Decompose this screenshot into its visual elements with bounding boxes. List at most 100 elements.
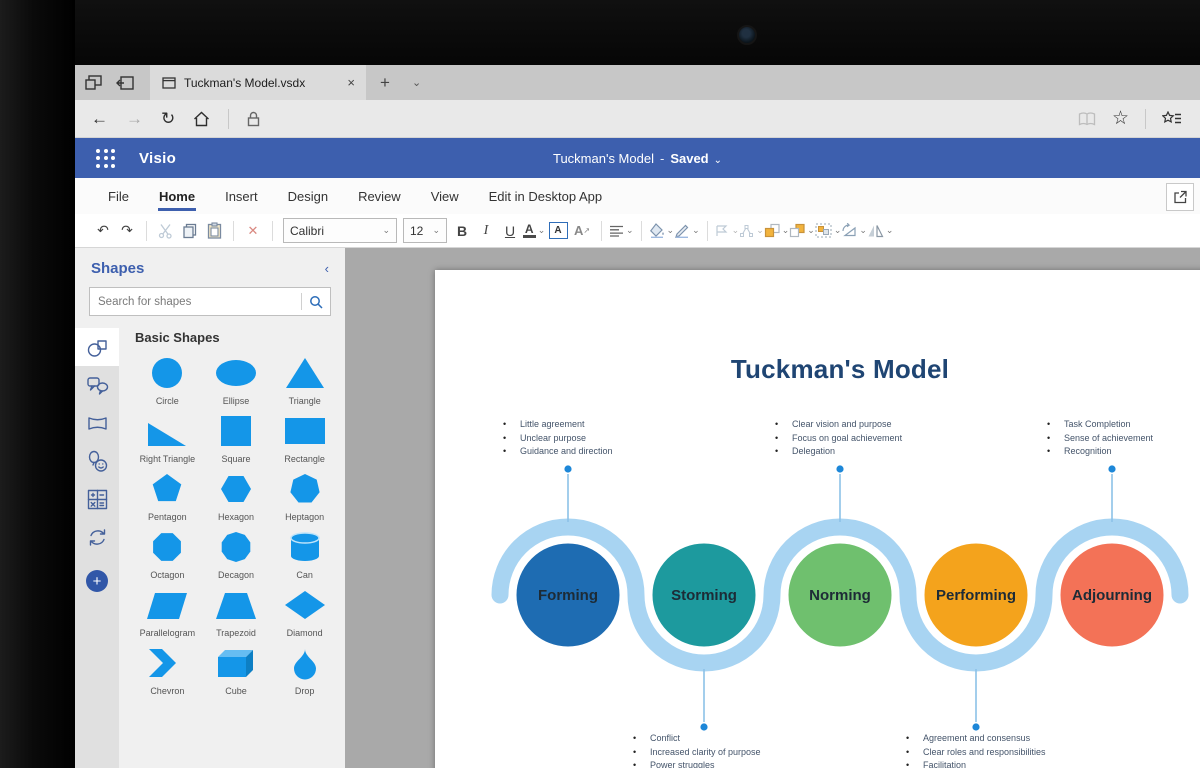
shape-search-input[interactable]: [90, 296, 301, 308]
font-size-select[interactable]: 12⌄: [403, 218, 447, 243]
menu-design[interactable]: Design: [273, 178, 343, 214]
rotate-shape-button[interactable]: ⌄: [841, 218, 867, 244]
shape-search: [89, 287, 331, 316]
shape-heptagon[interactable]: Heptagon: [270, 473, 339, 522]
stencil-fun-shapes-icon[interactable]: [75, 442, 119, 480]
flip-shape-button[interactable]: ⌄: [867, 218, 894, 244]
stencil-basic-shapes-icon[interactable]: [75, 328, 119, 366]
delete-icon[interactable]: ✕: [241, 218, 265, 244]
stencil-callouts-icon[interactable]: [75, 366, 119, 404]
menu-file[interactable]: File: [93, 178, 144, 214]
add-favorite-icon[interactable]: ☆: [1112, 107, 1129, 130]
tuckman-diagram: FormingStormingNormingPerformingAdjourni…: [435, 270, 1200, 768]
set-aside-tabs-icon[interactable]: [116, 76, 134, 90]
share-button[interactable]: [1166, 183, 1194, 211]
shape-diamond[interactable]: Diamond: [270, 589, 339, 638]
italic-button[interactable]: I: [474, 218, 498, 244]
shape-rectangle[interactable]: Rectangle: [270, 415, 339, 464]
connector-dot: [972, 723, 979, 730]
group-button[interactable]: ⌄: [815, 218, 842, 244]
underline-button[interactable]: U: [498, 218, 522, 244]
stage-bullets-adjourning[interactable]: •Task Completion•Sense of achievement•Re…: [1047, 418, 1153, 459]
drawing-canvas[interactable]: Tuckman's Model FormingStormingNormingPe…: [345, 248, 1200, 768]
shape-triangle[interactable]: Triangle: [270, 357, 339, 406]
shape-chevron[interactable]: Chevron: [133, 647, 202, 696]
shape-square[interactable]: Square: [202, 415, 271, 464]
save-status[interactable]: Saved: [670, 151, 708, 166]
font-family-select[interactable]: Calibri⌄: [283, 218, 397, 243]
status-chevron-icon[interactable]: ⌄: [714, 155, 722, 166]
stage-label: Storming: [671, 587, 737, 604]
menu-edit-in-desktop-app[interactable]: Edit in Desktop App: [474, 178, 617, 214]
font-color-button[interactable]: A⌄: [522, 218, 546, 244]
line-color-button[interactable]: ⌄: [674, 218, 700, 244]
tab-list-chevron-icon[interactable]: ⌄: [404, 65, 429, 100]
menu-insert[interactable]: Insert: [210, 178, 273, 214]
connector-style-button[interactable]: ⌄: [715, 218, 740, 244]
menu-view[interactable]: View: [416, 178, 474, 214]
tab-close-icon[interactable]: ×: [344, 75, 358, 90]
doc-title: Tuckman's Model: [553, 151, 654, 166]
shape-right-triangle[interactable]: Right Triangle: [133, 415, 202, 464]
browser-tab-active[interactable]: Tuckman's Model.vsdx ×: [150, 65, 366, 100]
shape-octagon[interactable]: Octagon: [133, 531, 202, 580]
reading-view-icon: [1078, 112, 1096, 126]
redo-button[interactable]: ↷: [115, 218, 139, 244]
format-toolbar: ↶ ↷ ✕ Calibri⌄ 12⌄ B I U A⌄ A A↗: [75, 214, 1200, 248]
fill-color-button[interactable]: ⌄: [649, 218, 675, 244]
favorites-hub-icon[interactable]: [1162, 111, 1182, 126]
shape-decagon[interactable]: Decagon: [202, 531, 271, 580]
document-title-status: Tuckman's Model-Saved⌄: [75, 151, 1200, 166]
shape-hexagon[interactable]: Hexagon: [202, 473, 271, 522]
stencil-cycle-arrows-icon[interactable]: [75, 518, 119, 556]
refresh-button[interactable]: ↻: [161, 109, 175, 129]
shape-circle[interactable]: Circle: [133, 357, 202, 406]
shape-parallelogram[interactable]: Parallelogram: [133, 589, 202, 638]
stage-bullets-performing[interactable]: •Agreement and consensus•Clear roles and…: [906, 732, 1046, 768]
shape-pentagon[interactable]: Pentagon: [133, 473, 202, 522]
menu-review[interactable]: Review: [343, 178, 416, 214]
text-block-button[interactable]: A: [546, 218, 570, 244]
stencil-math-shapes-icon[interactable]: [75, 480, 119, 518]
shape-can[interactable]: Can: [270, 531, 339, 580]
collapse-panel-icon[interactable]: ‹: [325, 261, 329, 276]
stage-label: Forming: [538, 587, 598, 604]
stencil-banners-icon[interactable]: [75, 404, 119, 442]
lock-icon: [247, 111, 260, 127]
shape-trapezoid[interactable]: Trapezoid: [202, 589, 271, 638]
shapes-panel-title: Shapes: [91, 260, 144, 277]
send-backward-button[interactable]: ⌄: [789, 218, 815, 244]
connection-points-button[interactable]: ⌄: [739, 218, 764, 244]
grow-font-button[interactable]: A↗: [570, 218, 594, 244]
back-button[interactable]: ←: [91, 109, 108, 129]
bring-forward-button[interactable]: ⌄: [764, 218, 790, 244]
app-launcher-icon[interactable]: [90, 143, 121, 174]
webcam: [737, 25, 757, 45]
nav-divider: [1145, 109, 1146, 129]
stage-bullets-norming[interactable]: •Clear vision and purpose•Focus on goal …: [775, 418, 902, 459]
stencil-strip: +: [75, 328, 119, 768]
stage-bullets-forming[interactable]: •Little agreement•Unclear purpose•Guidan…: [503, 418, 613, 459]
menu-home[interactable]: Home: [144, 178, 210, 214]
align-text-button[interactable]: ⌄: [609, 218, 634, 244]
workspace: Shapes ‹ + Basic Shapes CircleEllipseTri…: [75, 248, 1200, 768]
shape-drop[interactable]: Drop: [270, 647, 339, 696]
paste-icon[interactable]: [202, 218, 226, 244]
add-stencil-button[interactable]: +: [86, 570, 108, 592]
new-tab-button[interactable]: +: [366, 65, 404, 100]
shapes-panel: Shapes ‹ + Basic Shapes CircleEllipseTri…: [75, 248, 345, 768]
stage-bullets-storming[interactable]: •Conflict•Increased clarity of purpose•P…: [633, 732, 761, 768]
search-icon[interactable]: [302, 295, 330, 309]
document-icon: [162, 77, 176, 89]
stencil-section-title: Basic Shapes: [135, 330, 339, 345]
connector-dot: [1108, 465, 1115, 472]
shape-ellipse[interactable]: Ellipse: [202, 357, 271, 406]
copy-icon[interactable]: [178, 218, 202, 244]
home-icon[interactable]: [193, 111, 210, 127]
undo-button[interactable]: ↶: [91, 218, 115, 244]
shape-cube[interactable]: Cube: [202, 647, 271, 696]
tab-preview-icon[interactable]: [85, 75, 102, 90]
drawing-page[interactable]: Tuckman's Model FormingStormingNormingPe…: [435, 270, 1200, 768]
bold-button[interactable]: B: [450, 218, 474, 244]
connector-dot: [700, 723, 707, 730]
